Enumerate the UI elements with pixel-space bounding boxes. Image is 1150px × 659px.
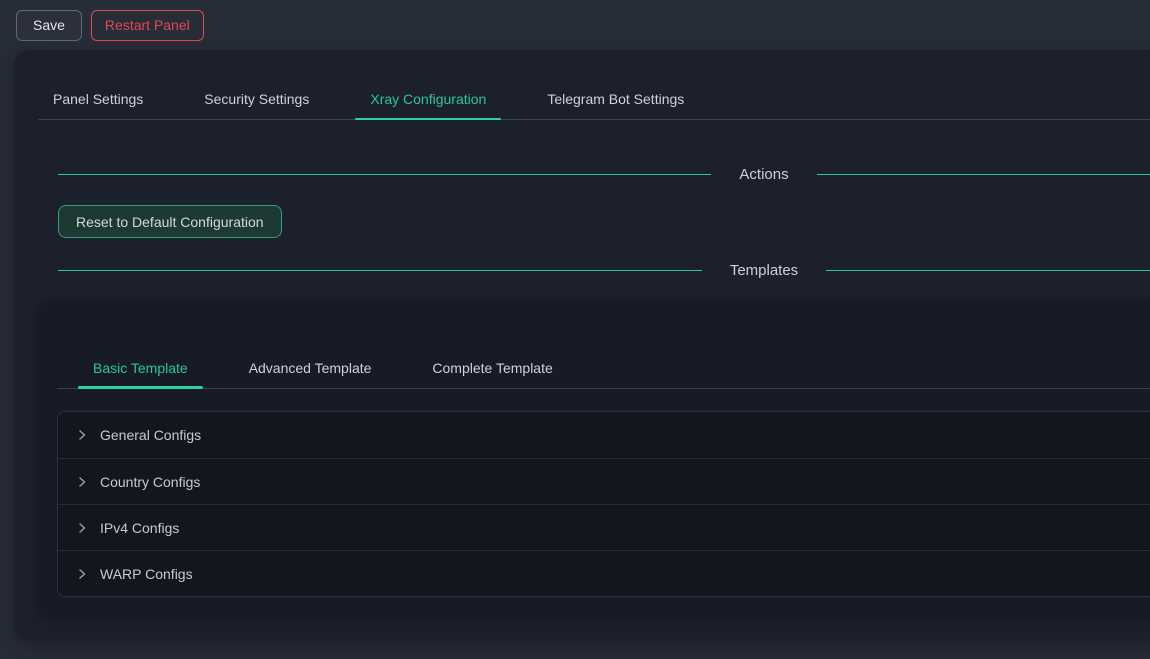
actions-divider: Actions xyxy=(58,164,1150,184)
templates-divider-label: Templates xyxy=(730,262,798,279)
accordion-label: Country Configs xyxy=(100,474,200,490)
tab-xray-configuration[interactable]: Xray Configuration xyxy=(355,80,501,119)
configs-accordion: General Configs Country Configs IPv4 Con… xyxy=(57,411,1150,597)
accordion-label: IPv4 Configs xyxy=(100,520,179,536)
tab-content: Actions Reset to Default Configuration T… xyxy=(58,164,1150,280)
tab-advanced-template[interactable]: Advanced Template xyxy=(234,349,387,388)
restart-panel-button[interactable]: Restart Panel xyxy=(91,10,204,41)
accordion-row-country-configs[interactable]: Country Configs xyxy=(58,458,1150,504)
tab-telegram-bot-settings[interactable]: Telegram Bot Settings xyxy=(532,80,699,119)
accordion-row-general-configs[interactable]: General Configs xyxy=(58,412,1150,458)
divider-line xyxy=(817,174,1150,175)
templates-card: Basic Template Advanced Template Complet… xyxy=(36,300,1150,618)
tab-basic-template[interactable]: Basic Template xyxy=(78,349,203,388)
tab-security-settings[interactable]: Security Settings xyxy=(189,80,324,119)
save-button[interactable]: Save xyxy=(16,10,82,41)
chevron-right-icon xyxy=(76,476,88,488)
accordion-label: General Configs xyxy=(100,427,201,443)
tab-panel-settings[interactable]: Panel Settings xyxy=(38,80,158,119)
templates-divider: Templates xyxy=(58,260,1150,280)
chevron-right-icon xyxy=(76,568,88,580)
main-tabs-bar: Panel Settings Security Settings Xray Co… xyxy=(38,80,1150,120)
actions-divider-label: Actions xyxy=(739,166,788,183)
template-tabs-bar: Basic Template Advanced Template Complet… xyxy=(57,349,1150,389)
divider-line xyxy=(58,174,711,175)
accordion-row-ipv4-configs[interactable]: IPv4 Configs xyxy=(58,504,1150,550)
chevron-right-icon xyxy=(76,522,88,534)
actions-row: Reset to Default Configuration xyxy=(58,205,1150,238)
tab-complete-template[interactable]: Complete Template xyxy=(417,349,567,388)
accordion-row-warp-configs[interactable]: WARP Configs xyxy=(58,550,1150,596)
topbar: Save Restart Panel xyxy=(0,0,1150,50)
chevron-right-icon xyxy=(76,429,88,441)
accordion-label: WARP Configs xyxy=(100,566,193,582)
reset-to-default-button[interactable]: Reset to Default Configuration xyxy=(58,205,282,238)
divider-line xyxy=(826,270,1150,271)
divider-line xyxy=(58,270,702,271)
settings-card: Panel Settings Security Settings Xray Co… xyxy=(14,50,1150,640)
